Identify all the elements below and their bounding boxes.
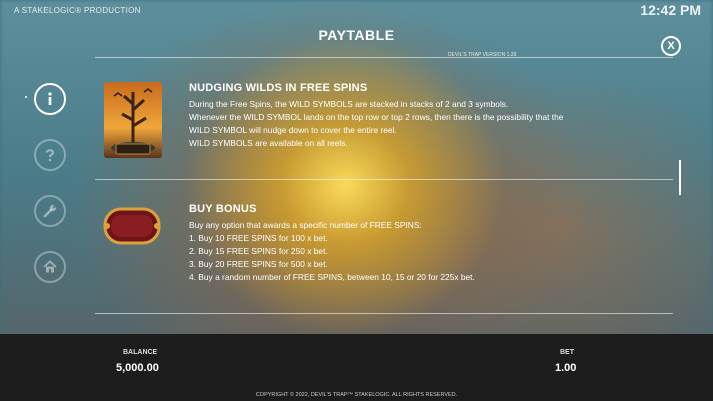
section-divider <box>95 179 673 180</box>
nudging-wilds-text: During the Free Spins, the WILD SYMBOLS … <box>189 99 564 148</box>
clock: 12:42 PM <box>640 2 701 18</box>
info-button[interactable] <box>34 83 66 115</box>
buy-bonus-title: BUY BONUS <box>189 203 257 215</box>
home-button[interactable] <box>34 251 66 283</box>
close-button[interactable]: X <box>661 36 681 56</box>
status-bar <box>0 334 713 401</box>
copyright-text: COPYRIGHT © 2022, DEVIL'S TRAP™ STAKELOG… <box>255 392 458 398</box>
nudge-wild-symbol-image <box>104 82 162 158</box>
scrollbar-thumb[interactable] <box>679 160 681 195</box>
section-divider <box>95 313 673 314</box>
buy-bonus-image <box>103 205 161 247</box>
balance-value: 5,000.00 <box>116 362 159 374</box>
balance-label: BALANCE <box>123 349 158 356</box>
help-button[interactable] <box>34 139 66 171</box>
info-icon <box>48 92 52 105</box>
buy-bonus-text: Buy any option that awards a specific nu… <box>189 220 475 282</box>
bet-label: BET <box>560 349 574 356</box>
title-divider <box>95 57 673 58</box>
close-icon: X <box>667 40 675 52</box>
bet-value: 1.00 <box>555 362 577 374</box>
settings-button[interactable] <box>34 195 66 227</box>
wrench-icon <box>43 204 57 218</box>
nudging-wilds-title: NUDGING WILDS IN FREE SPINS <box>189 82 368 94</box>
question-icon <box>45 149 55 162</box>
version-label: DEVIL'S TRAP VERSION 1.28 <box>448 52 517 58</box>
home-icon <box>43 260 57 273</box>
active-indicator-dot <box>25 96 27 98</box>
page-title: PAYTABLE <box>318 27 395 43</box>
provider-label: A STAKELOGIC® PRODUCTION <box>14 6 141 15</box>
